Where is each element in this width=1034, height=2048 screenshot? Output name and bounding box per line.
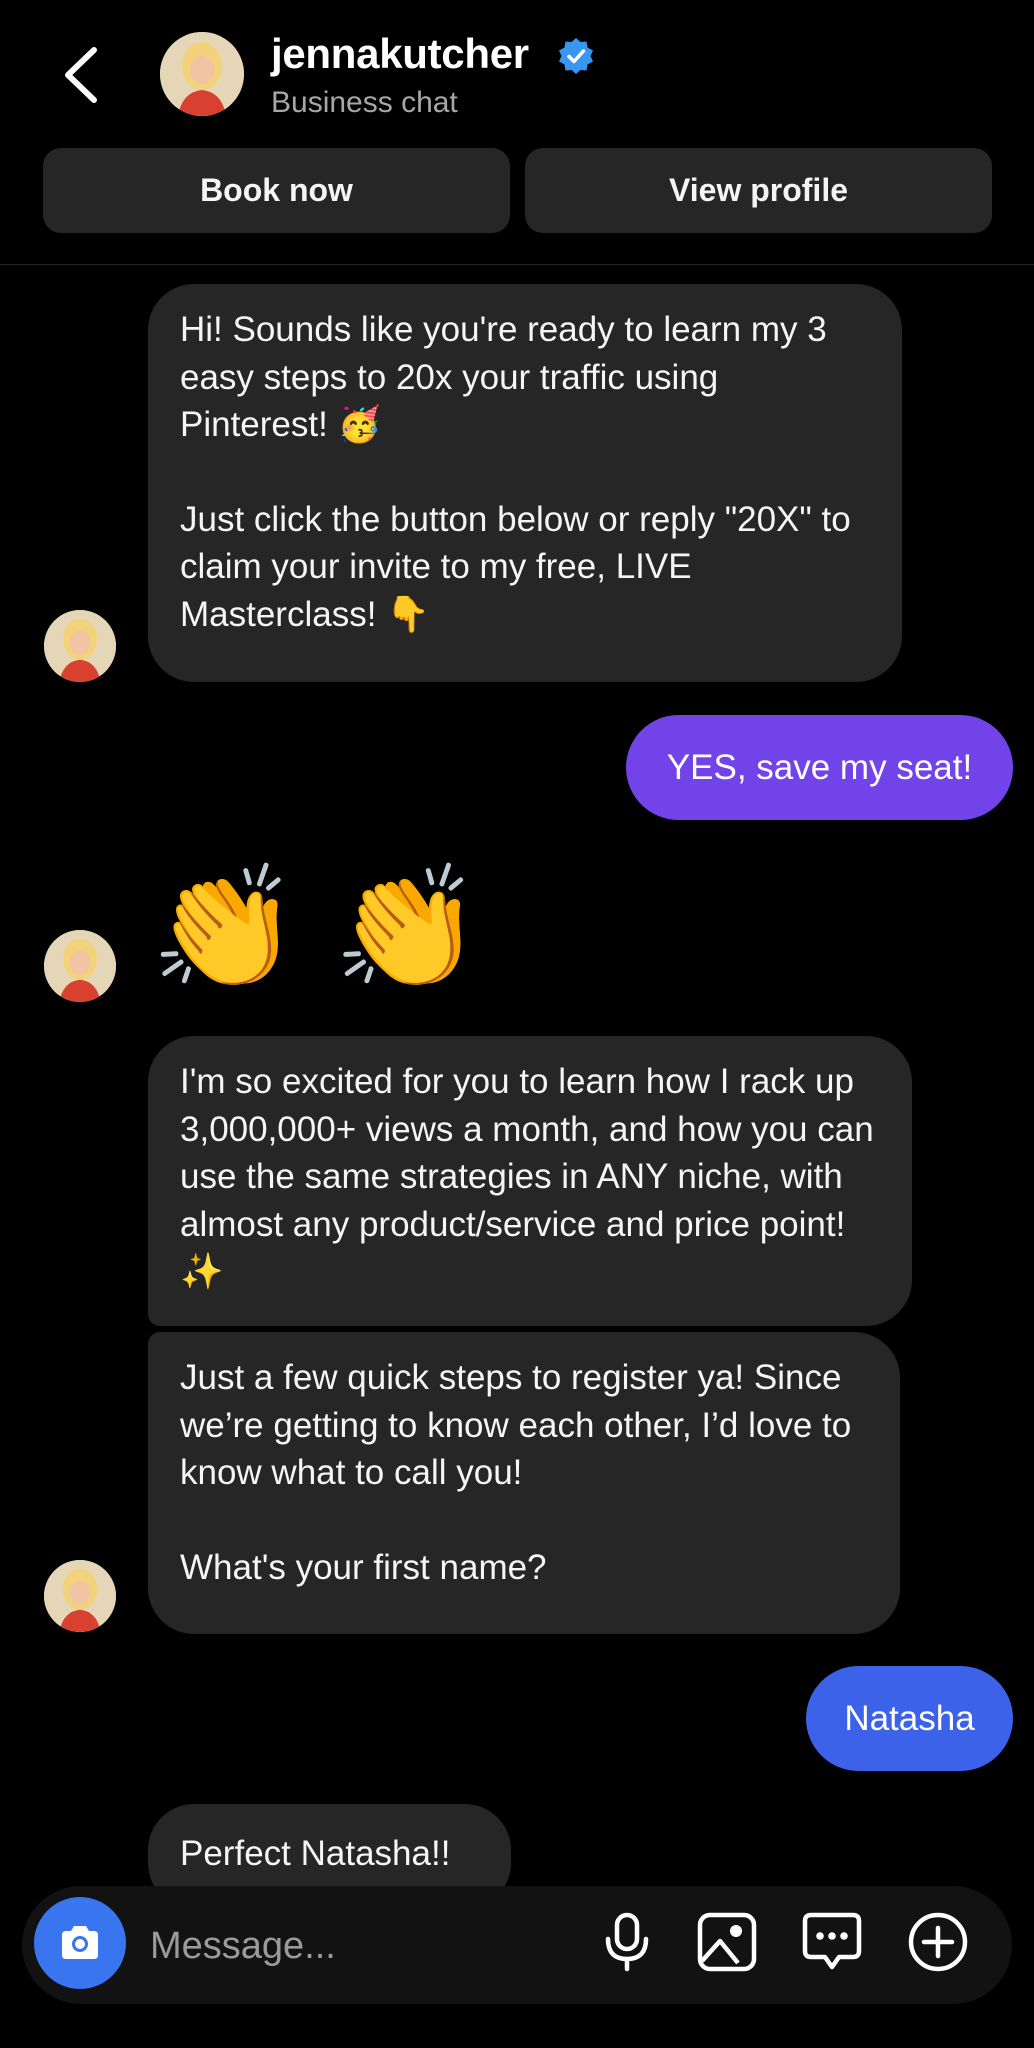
outgoing-message[interactable]: YES, save my seat! xyxy=(626,715,1013,820)
chat-username[interactable]: jennakutcher xyxy=(271,30,529,78)
header-avatar[interactable] xyxy=(160,32,244,116)
incoming-message[interactable]: Just a few quick steps to register ya! S… xyxy=(148,1332,900,1634)
header-divider xyxy=(0,264,1034,265)
sender-avatar[interactable] xyxy=(44,1560,116,1632)
view-profile-button[interactable]: View profile xyxy=(525,148,992,233)
message-text: Just click the button below or reply "20… xyxy=(180,499,851,634)
chat-subtitle: Business chat xyxy=(271,86,458,119)
emoji-message[interactable]: 👏 👏 xyxy=(150,868,482,988)
avatar-image xyxy=(44,1560,116,1632)
message-text: Perfect Natasha!! xyxy=(180,1834,451,1873)
chat-bubble-icon[interactable] xyxy=(799,1909,865,1975)
message-text: I'm so excited for you to learn how I ra… xyxy=(180,1062,874,1291)
avatar-image xyxy=(44,930,116,1002)
avatar-image xyxy=(44,610,116,682)
verified-badge-icon xyxy=(559,38,593,74)
camera-button[interactable] xyxy=(34,1897,126,1989)
message-text: Hi! Sounds like you're ready to learn my… xyxy=(180,310,827,444)
sender-avatar[interactable] xyxy=(44,930,116,1002)
back-arrow-icon xyxy=(65,47,97,103)
microphone-icon[interactable] xyxy=(594,1909,660,1975)
image-icon[interactable] xyxy=(694,1909,760,1975)
back-button[interactable] xyxy=(52,40,112,110)
sender-avatar[interactable] xyxy=(44,610,116,682)
message-text: Just a few quick steps to register ya! S… xyxy=(180,1358,852,1492)
book-now-button[interactable]: Book now xyxy=(43,148,510,233)
plus-circle-icon[interactable] xyxy=(905,1909,971,1975)
outgoing-message[interactable]: Natasha xyxy=(806,1666,1013,1771)
message-input[interactable] xyxy=(148,1910,572,1982)
incoming-message[interactable]: I'm so excited for you to learn how I ra… xyxy=(148,1036,912,1326)
camera-icon xyxy=(62,1926,98,1959)
message-text: What's your first name? xyxy=(180,1547,547,1587)
incoming-message[interactable]: Hi! Sounds like you're ready to learn my… xyxy=(148,284,902,682)
avatar-image xyxy=(160,32,244,116)
